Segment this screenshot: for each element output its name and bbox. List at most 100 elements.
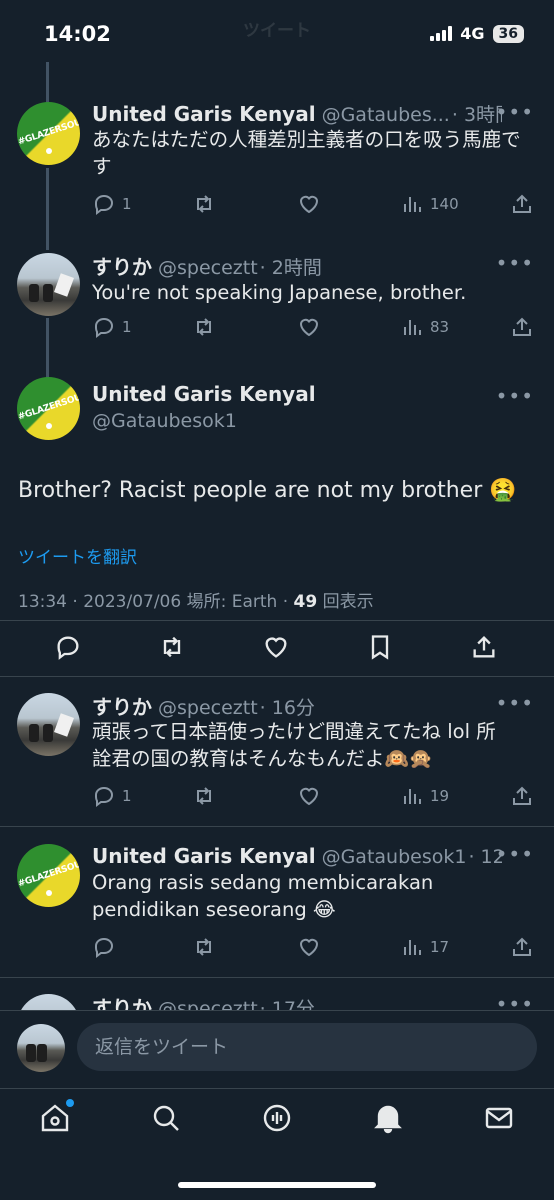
divider [0,620,554,621]
status-bar: ツイート 14:02 4G 36 [0,0,554,70]
retweet-icon [197,318,211,336]
more-icon[interactable]: ••• [496,384,534,408]
display-name[interactable]: すりか [92,251,152,280]
view-count: 49 [293,592,318,612]
thread-line [46,318,49,380]
reply-icon [95,937,114,958]
display-name[interactable]: United Garis Kenyal [92,102,316,126]
retweet-icon [197,787,211,805]
tweet-header: United Garis Kenyal @Gataubesok1 · 12分 [92,842,502,869]
divider [0,676,554,677]
share-icon [513,317,531,336]
reply-icon [95,317,114,338]
display-name[interactable]: United Garis Kenyal [92,382,316,406]
tweet-actions: 17 [92,935,537,961]
tab-bar [0,1088,554,1200]
reply-icon[interactable] [54,633,82,661]
more-icon[interactable]: ••• [496,691,534,715]
like-button[interactable] [297,784,321,808]
avatar[interactable]: #GLAZERSOUT [17,844,80,907]
translate-link[interactable]: ツイートを翻訳 [18,543,137,568]
notifications-icon[interactable] [371,1101,405,1135]
retweet-icon [197,195,211,213]
analytics-icon [404,789,421,804]
thread-line [46,62,49,104]
reply-button[interactable]: 1 [92,315,132,339]
views-button[interactable]: 140 [400,192,459,216]
share-button[interactable] [510,935,534,959]
tweet-actions: 1 19 [92,784,537,810]
avatar[interactable] [17,253,80,316]
reply-composer [0,1010,554,1088]
network-type: 4G [460,24,485,43]
more-icon[interactable]: ••• [496,842,534,866]
analytics-icon [404,197,421,212]
avatar[interactable] [17,1024,65,1072]
like-button[interactable] [297,935,321,959]
battery-icon: 36 [492,24,524,43]
retweet-icon[interactable] [158,633,186,661]
home-icon[interactable] [38,1099,74,1135]
share-icon[interactable] [470,633,498,661]
user-handle[interactable]: @speceztt [158,257,258,279]
status-time: 14:02 [44,22,111,46]
heart-icon [299,938,319,957]
spaces-icon[interactable] [260,1101,294,1135]
reply-icon [95,786,114,807]
main-tweet-actions [0,633,554,663]
avatar[interactable] [17,693,80,756]
avatar[interactable]: #GLAZERSOUT [17,377,80,440]
user-handle[interactable]: @Gataubesok1 [322,846,467,868]
share-button[interactable] [510,192,534,216]
bookmark-icon[interactable] [366,633,394,661]
reply-button[interactable]: 1 [92,192,132,216]
user-handle[interactable]: @Gataubes... [322,104,450,126]
retweet-icon [197,938,211,956]
reply-button[interactable] [92,935,122,959]
heart-icon[interactable] [262,633,290,661]
tweet-text: 頑張って日本語使ったけど間違えてたね lol 所詮君の国の教育はそんなもんだよ🙉… [92,720,496,770]
tweet-header: すりか @speceztt · 2時間 [92,251,502,280]
more-icon[interactable]: ••• [496,100,534,124]
display-name[interactable]: すりか [92,691,152,720]
retweet-button[interactable] [192,935,216,959]
share-icon [513,786,531,805]
like-button[interactable] [297,192,321,216]
signal-icon [430,26,453,41]
views-button[interactable]: 83 [400,315,449,339]
search-icon[interactable] [149,1101,183,1135]
avatar[interactable]: #GLAZERSOUT [17,102,80,165]
reply-input[interactable] [77,1023,537,1071]
tweet-time: · 2時間 [259,257,322,279]
tweet-text: Orang rasis sedang membicarakan pendidik… [92,871,434,921]
share-button[interactable] [510,315,534,339]
reply-button[interactable]: 1 [92,784,132,808]
share-icon [513,194,531,213]
share-button[interactable] [510,784,534,808]
display-name[interactable]: United Garis Kenyal [92,844,316,868]
tweet-meta: 13:34 · 2023/07/06 場所: Earth · 49 回表示 [18,592,374,612]
tweet-actions: 1 140 [92,192,537,218]
user-handle[interactable]: @Gataubesok1 [92,410,237,432]
tweet-text: あなたはただの人種差別主義者の口を吸う馬鹿です [92,128,521,178]
messages-icon[interactable] [482,1101,516,1135]
tweet-header: すりか @speceztt · 16分 [92,691,502,720]
heart-icon [299,318,319,337]
tweet-time: · 3時間 [451,104,502,126]
tweet-text: You're not speaking Japanese, brother. [92,281,467,304]
heart-icon [299,787,319,806]
thread-line [46,168,49,250]
retweet-button[interactable] [192,315,216,339]
views-button[interactable]: 19 [400,784,449,808]
user-handle[interactable]: @speceztt [158,697,258,719]
analytics-icon [404,940,421,955]
retweet-button[interactable] [192,784,216,808]
like-button[interactable] [297,315,321,339]
home-indicator [178,1182,376,1188]
retweet-button[interactable] [192,192,216,216]
views-button[interactable]: 17 [400,935,449,959]
tweet-header: United Garis Kenyal @Gataubes... · 3時間 [92,100,502,127]
divider [0,977,554,978]
more-icon[interactable]: ••• [496,251,534,275]
main-tweet-text: Brother? Racist people are not my brothe… [18,478,517,503]
